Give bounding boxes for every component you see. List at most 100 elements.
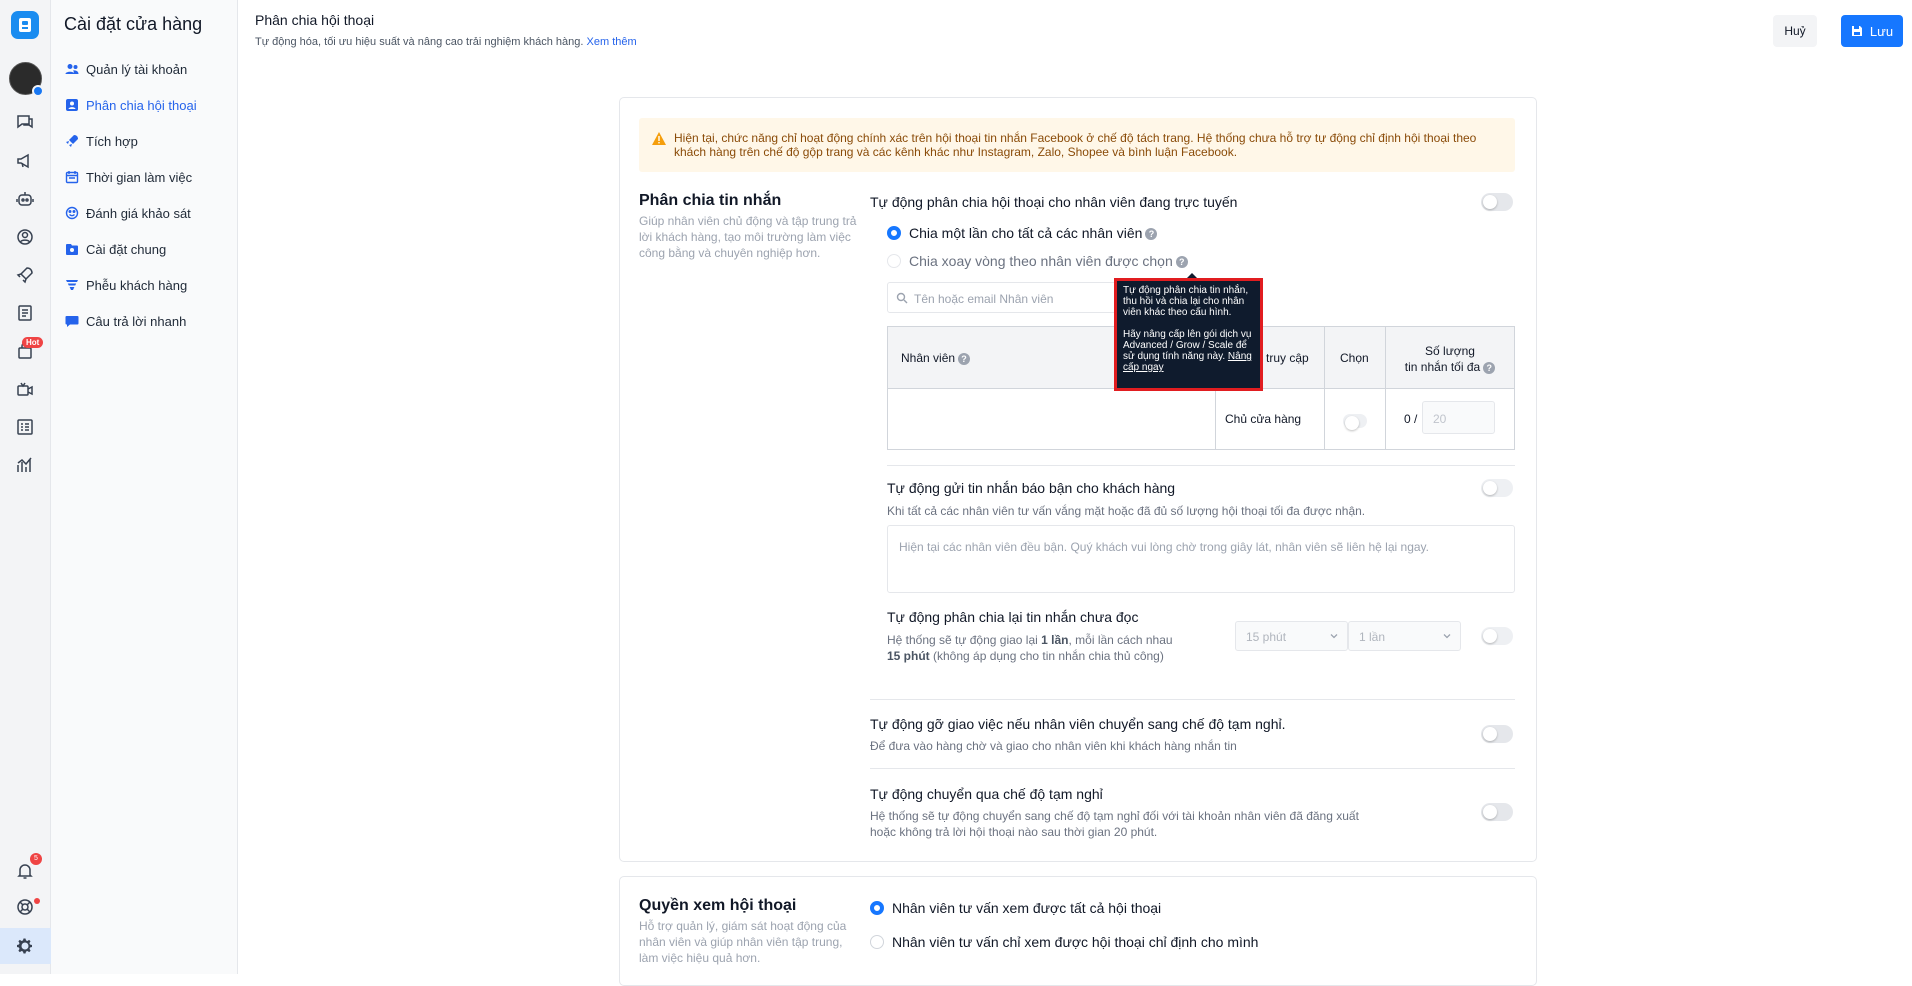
- more-link[interactable]: Xem thêm: [587, 36, 637, 48]
- reassign-desc-a: Hệ thống sẽ tự động giao lại: [887, 633, 1042, 647]
- page-title: Phân chia hội thoại: [255, 12, 375, 28]
- sidebar-item-survey[interactable]: Đánh giá khảo sát: [65, 203, 191, 223]
- orders-icon[interactable]: [12, 300, 38, 326]
- view-all-label[interactable]: Nhân viên tư vấn xem được tất cả hội tho…: [892, 900, 1161, 916]
- search-placeholder: Tên hoặc email Nhân viên: [914, 292, 1054, 306]
- page-avatar[interactable]: [9, 62, 44, 97]
- sidebar-item-label: Phân chia hội thoại: [86, 97, 197, 113]
- survey-icon: [65, 206, 79, 220]
- megaphone-icon[interactable]: [12, 148, 38, 174]
- gear-icon[interactable]: [12, 933, 38, 959]
- reassign-desc-c: (không áp dụng cho tin nhắn chia thủ côn…: [929, 649, 1164, 663]
- divider: [870, 768, 1515, 769]
- settings-sidebar: Cài đặt cửa hàng Quản lý tài khoản Phân …: [51, 0, 238, 974]
- conversations-icon[interactable]: [12, 109, 38, 135]
- help-icon[interactable]: ?: [958, 352, 971, 365]
- reassign-toggle[interactable]: [1481, 627, 1513, 645]
- help-icon[interactable]: ?: [1175, 256, 1188, 269]
- col-max-line1: Số lượng: [1425, 344, 1475, 358]
- save-button[interactable]: Lưu: [1841, 15, 1903, 47]
- warning-text: Hiện tại, chức năng chỉ hoạt động chính …: [674, 131, 1477, 159]
- subtitle-text: Tự động hóa, tối ưu hiệu suất và nâng ca…: [255, 36, 584, 48]
- icon-rail: Hot 5: [0, 0, 51, 974]
- sidebar-item-quick-replies[interactable]: Câu trả lời nhanh: [65, 311, 186, 331]
- split-once-label: Chia một lần cho tất cả các nhân viên: [909, 225, 1143, 241]
- sidebar-item-label: Tích hợp: [86, 133, 138, 149]
- row-role: Chủ cửa hàng: [1225, 412, 1302, 426]
- away-toggle[interactable]: [1481, 803, 1513, 821]
- view-own-label[interactable]: Nhân viên tư vấn chỉ xem được hội thoại …: [892, 934, 1258, 950]
- reassign-minutes: 15 phút: [887, 649, 930, 663]
- app-logo-icon[interactable]: [11, 11, 39, 39]
- page-header: Phân chia hội thoại Tự động hóa, tối ưu …: [238, 0, 1912, 60]
- unassign-desc: Để đưa vào hàng chờ và giao cho nhân viê…: [870, 739, 1237, 753]
- split-rotate-radio[interactable]: [887, 254, 901, 268]
- floppy-disk-icon: [1851, 26, 1862, 36]
- view-section-title: Quyền xem hội thoại: [639, 897, 797, 914]
- analytics-icon[interactable]: [12, 452, 38, 478]
- view-own-radio[interactable]: [870, 935, 884, 949]
- reassign-times-select[interactable]: 1 lần: [1348, 621, 1461, 651]
- col-staff-header: Nhân viên?: [901, 351, 971, 365]
- staff-search-input[interactable]: Tên hoặc email Nhân viên: [887, 282, 1117, 313]
- max-messages-input[interactable]: 20: [1422, 401, 1495, 434]
- funnel-icon: [65, 278, 79, 292]
- sidebar-item-working-hours[interactable]: Thời gian làm việc: [65, 167, 192, 187]
- col-select-header: Chọn: [1340, 351, 1369, 365]
- busy-title: Tự động gửi tin nhắn báo bận cho khách h…: [887, 480, 1176, 496]
- col-access-header: truy cập: [1266, 351, 1309, 365]
- livestream-icon[interactable]: [12, 376, 38, 402]
- sidebar-item-label: Cài đặt chung: [86, 241, 167, 257]
- sidebar-item-general[interactable]: Cài đặt chung: [65, 239, 166, 259]
- away-title: Tự động chuyển qua chế độ tạm nghỉ: [870, 786, 1103, 802]
- sidebar-item-accounts[interactable]: Quản lý tài khoản: [65, 59, 187, 79]
- hot-badge: Hot: [22, 337, 44, 348]
- sidebar-item-label: Phễu khách hàng: [86, 277, 188, 293]
- contacts-icon[interactable]: [12, 224, 38, 250]
- divider: [870, 699, 1515, 700]
- bot-icon[interactable]: [12, 186, 38, 212]
- reassign-desc-b: , mỗi lần cách nhau: [1068, 633, 1173, 647]
- split-section-desc: Giúp nhân viên chủ động và tập trung trả…: [639, 214, 857, 260]
- away-desc: Hệ thống sẽ tự động chuyển sang chế độ t…: [870, 808, 1430, 840]
- report-list-icon[interactable]: [12, 414, 38, 440]
- chevron-down-icon: [1330, 634, 1338, 639]
- busy-toggle[interactable]: [1481, 479, 1513, 497]
- rocket-icon: [65, 134, 79, 148]
- upgrade-tooltip: Tự động phân chia tin nhắn, thu hồi và c…: [1114, 273, 1263, 391]
- assign-icon: [65, 98, 79, 112]
- divider: [1215, 389, 1216, 449]
- sidebar-item-assign[interactable]: Phân chia hội thoại: [65, 95, 197, 115]
- users-icon: [65, 62, 79, 76]
- chevron-down-icon: [1443, 634, 1451, 639]
- sidebar-item-funnel[interactable]: Phễu khách hàng: [65, 275, 187, 295]
- cancel-button[interactable]: Huỷ: [1773, 15, 1817, 47]
- calendar-icon: [65, 170, 79, 184]
- sidebar-item-integrations[interactable]: Tích hợp: [65, 131, 138, 151]
- busy-message-textarea[interactable]: Hiện tại các nhân viên đều bận. Quý khác…: [887, 525, 1515, 593]
- help-icon[interactable]: ?: [1145, 228, 1158, 241]
- auto-online-toggle[interactable]: [1481, 193, 1513, 211]
- split-rotate-label: Chia xoay vòng theo nhân viên được chọn: [909, 253, 1173, 269]
- split-once-radio[interactable]: [887, 226, 901, 240]
- reassign-desc: Hệ thống sẽ tự động giao lại 1 lần, mỗi …: [887, 632, 1207, 664]
- page-subtitle: Tự động hóa, tối ưu hiệu suất và nâng ca…: [255, 36, 637, 48]
- sidebar-title: Cài đặt cửa hàng: [64, 14, 203, 34]
- view-all-radio[interactable]: [870, 901, 884, 915]
- sidebar-item-label: Câu trả lời nhanh: [86, 313, 187, 329]
- unassign-toggle[interactable]: [1481, 725, 1513, 743]
- unassign-title: Tự động gỡ giao việc nếu nhân viên chuyể…: [870, 716, 1286, 732]
- staff-select-toggle[interactable]: [1343, 414, 1367, 430]
- settings-icon: [65, 242, 79, 256]
- search-icon: [896, 292, 908, 304]
- split-section-title: Phân chia tin nhắn: [639, 192, 782, 209]
- select-value: 1 lần: [1359, 630, 1386, 644]
- split-rotate-option[interactable]: Chia xoay vòng theo nhân viên được chọn?: [909, 253, 1188, 269]
- help-icon[interactable]: ?: [1483, 361, 1496, 374]
- away-desc-line2: hoặc không trả lời hội thoại nào sau thờ…: [870, 825, 1158, 839]
- rocket-icon[interactable]: [12, 262, 38, 288]
- sidebar-item-label: Đánh giá khảo sát: [86, 205, 191, 221]
- split-once-option[interactable]: Chia một lần cho tất cả các nhân viên?: [909, 225, 1158, 241]
- support-dot: [34, 898, 40, 904]
- reassign-minutes-select[interactable]: 15 phút: [1235, 621, 1348, 651]
